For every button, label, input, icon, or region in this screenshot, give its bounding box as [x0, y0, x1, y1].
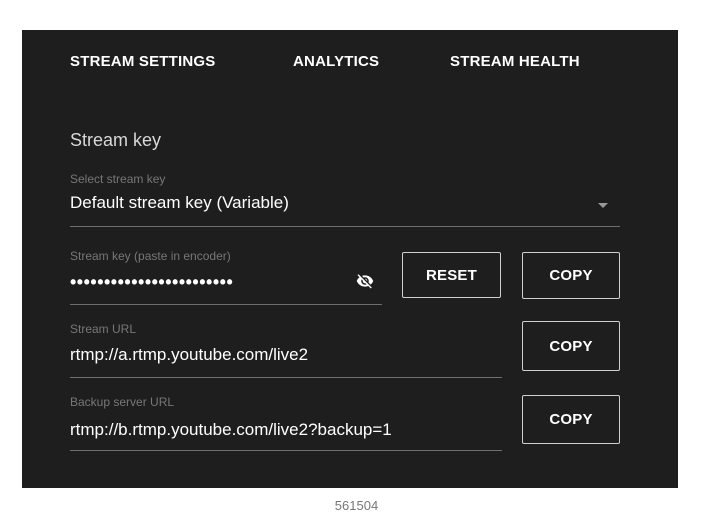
copy-stream-url-button[interactable]: COPY — [522, 321, 620, 371]
reset-button[interactable]: RESET — [402, 252, 501, 298]
backup-url-field[interactable]: Backup server URL rtmp://b.rtmp.youtube.… — [70, 394, 502, 451]
backup-url-label: Backup server URL — [70, 395, 175, 409]
stream-settings-panel: STREAM SETTINGS ANALYTICS STREAM HEALTH … — [22, 30, 678, 488]
stream-key-masked-value: •••••••••••••••••••••••• — [70, 272, 234, 292]
tab-stream-health[interactable]: STREAM HEALTH — [450, 52, 580, 72]
tab-bar: STREAM SETTINGS ANALYTICS STREAM HEALTH — [22, 30, 678, 92]
stream-key-title: Stream key — [70, 130, 162, 150]
stream-url-label: Stream URL — [70, 322, 137, 336]
stream-url-field[interactable]: Stream URL rtmp://a.rtmp.youtube.com/liv… — [70, 321, 502, 378]
tab-analytics[interactable]: ANALYTICS — [293, 52, 379, 72]
copy-stream-key-button[interactable]: COPY — [522, 252, 620, 299]
stream-key-select-value: Default stream key (Variable) — [70, 193, 289, 212]
copy-backup-url-button[interactable]: COPY — [522, 395, 620, 444]
stream-key-select-label: Select stream key — [70, 172, 166, 186]
backup-url-value: rtmp://b.rtmp.youtube.com/live2?backup=1 — [70, 420, 392, 439]
stream-url-value: rtmp://a.rtmp.youtube.com/live2 — [70, 345, 309, 364]
image-caption: 561504 — [334, 498, 379, 513]
stream-key-field[interactable]: Stream key (paste in encoder) ••••••••••… — [70, 244, 382, 305]
arrow-drop-down-icon — [598, 203, 608, 208]
visibility-off-icon[interactable] — [356, 272, 374, 290]
tab-stream-settings[interactable]: STREAM SETTINGS — [70, 52, 216, 72]
stream-key-field-label: Stream key (paste in encoder) — [70, 249, 231, 263]
stream-key-select[interactable]: Select stream key Default stream key (Va… — [70, 170, 620, 227]
